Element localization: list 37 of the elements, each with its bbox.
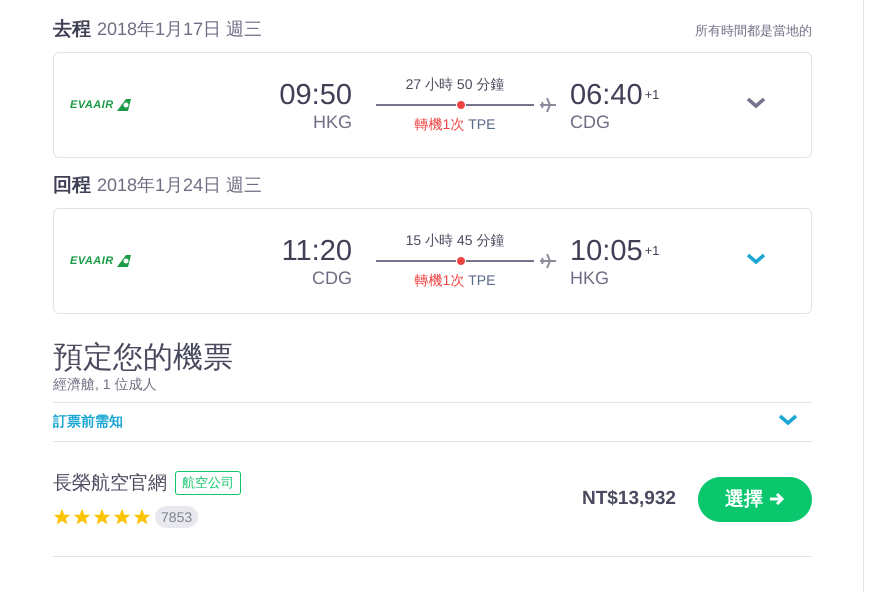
booking-subtitle: 經濟艙, 1 位成人 bbox=[53, 376, 158, 394]
star-icon bbox=[73, 508, 91, 526]
star-icon bbox=[93, 508, 111, 526]
provider-name: 長榮航空官網 bbox=[53, 472, 167, 496]
chevron-down-icon[interactable] bbox=[778, 414, 798, 426]
leg-date: 2018年1月17日 週三 bbox=[97, 18, 262, 41]
leg-label: 回程 bbox=[53, 174, 91, 198]
provider-tag: 航空公司 bbox=[175, 471, 241, 495]
flight-duration: 15 小時 45 分鐘 bbox=[404, 232, 506, 250]
chevron-down-icon[interactable] bbox=[746, 253, 766, 265]
departure-airport: CDG bbox=[311, 268, 352, 288]
plane-icon bbox=[540, 98, 556, 112]
notice-label: 訂票前需知 bbox=[53, 413, 123, 431]
booking-title: 預定您的機票 bbox=[53, 340, 234, 376]
star-icon bbox=[133, 508, 151, 526]
arrival-airport: CDG bbox=[570, 112, 611, 132]
airline-logo: EVAAIR bbox=[70, 255, 114, 267]
departure-time: 09:50 bbox=[278, 78, 352, 112]
review-count: 7853 bbox=[155, 506, 198, 528]
flight-duration: 27 小時 50 分鐘 bbox=[404, 76, 506, 94]
arrival-airport: HKG bbox=[570, 268, 610, 288]
leg-label: 去程 bbox=[53, 18, 91, 42]
star-icon bbox=[53, 508, 71, 526]
stops-info: 轉機1次 TPE bbox=[414, 116, 496, 134]
leg-date: 2018年1月24日 週三 bbox=[97, 174, 262, 197]
stops-info: 轉機1次 TPE bbox=[414, 272, 496, 290]
star-icon bbox=[113, 508, 131, 526]
chevron-down-icon[interactable] bbox=[746, 97, 766, 109]
arrow-right-icon bbox=[769, 492, 785, 506]
airline-logo: EVAAIR bbox=[70, 99, 114, 111]
departure-time: 11:20 bbox=[280, 234, 352, 268]
tail-icon bbox=[116, 98, 132, 112]
plane-icon bbox=[540, 254, 556, 268]
tail-icon bbox=[116, 254, 132, 268]
timezone-note: 所有時間都是當地的 bbox=[695, 22, 812, 40]
price: NT$13,932 bbox=[582, 488, 676, 510]
departure-airport: HKG bbox=[312, 112, 352, 132]
